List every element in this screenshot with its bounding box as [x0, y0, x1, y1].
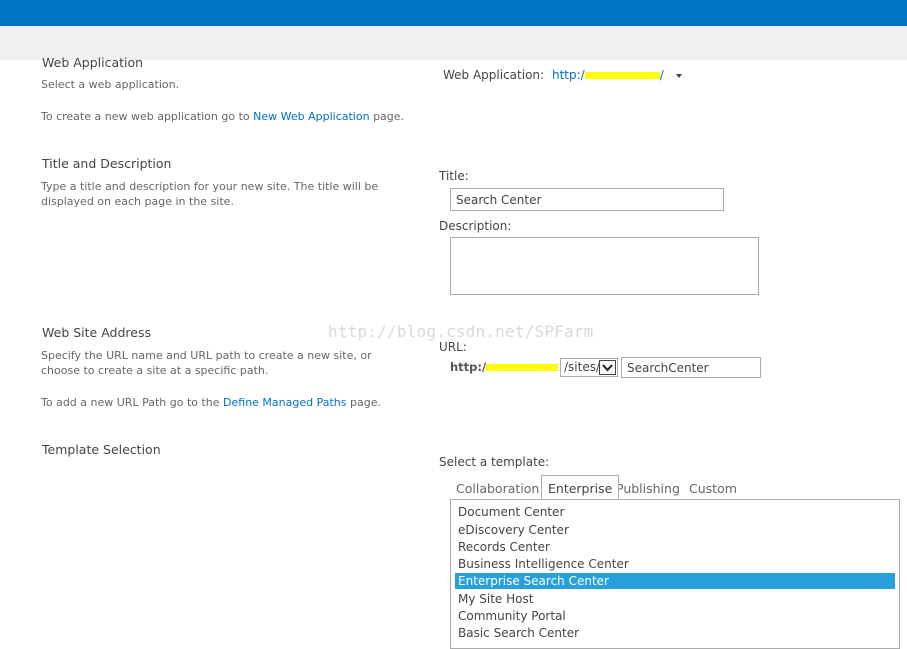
title-label: Title: [439, 169, 469, 183]
new-web-application-link[interactable]: New Web Application [253, 110, 369, 123]
url-name-input[interactable] [621, 357, 761, 378]
redaction-mark [486, 364, 559, 371]
create-suffix: page. [369, 110, 405, 123]
add-suffix: page. [346, 396, 381, 409]
template-list[interactable]: Document Center eDiscovery Center Record… [450, 499, 900, 649]
template-item-records-center[interactable]: Records Center [455, 539, 895, 555]
new-web-application-line: To create a new web application go to Ne… [41, 109, 404, 124]
dropdown-arrow-icon [675, 73, 682, 78]
web-application-heading: Web Application [42, 55, 144, 70]
web-site-address-heading: Web Site Address [42, 325, 151, 340]
template-item-ediscovery-center[interactable]: eDiscovery Center [455, 522, 895, 538]
add-prefix: To add a new URL Path go to the [41, 396, 224, 409]
url-prefix: http:/ [450, 360, 559, 374]
web-application-selector[interactable]: http:/ / [552, 68, 682, 82]
url-prefix-text: http:/ [450, 360, 487, 374]
tab-collaboration[interactable]: Collaboration [450, 475, 545, 499]
description-label: Description: [439, 219, 512, 233]
title-description-heading: Title and Description [42, 156, 172, 171]
define-managed-paths-line: To add a new URL Path go to the Define M… [41, 395, 381, 410]
web-application-label: Web Application: [443, 68, 545, 82]
template-item-document-center[interactable]: Document Center [455, 504, 895, 520]
suite-bar [0, 0, 907, 26]
web-application-value-suffix: / [659, 68, 664, 82]
template-selection-heading: Template Selection [42, 442, 161, 457]
tab-publishing[interactable]: Publishing [610, 475, 686, 499]
web-application-desc: Select a web application. [41, 78, 180, 91]
define-managed-paths-link[interactable]: Define Managed Paths [223, 396, 346, 409]
managed-path-select[interactable]: /sites/ [560, 358, 618, 377]
web-site-address-desc: Specify the URL name and URL path to cre… [41, 349, 372, 377]
url-label: URL: [439, 340, 467, 354]
template-item-business-intelligence-center[interactable]: Business Intelligence Center [455, 556, 895, 572]
description-textarea[interactable] [450, 237, 759, 295]
template-item-basic-search-center[interactable]: Basic Search Center [455, 625, 895, 641]
watermark: http://blog.csdn.net/SPFarm [328, 322, 594, 341]
managed-path-value: /sites/ [564, 360, 601, 374]
title-input[interactable] [450, 188, 724, 211]
title-description-desc: Type a title and description for your ne… [41, 180, 379, 208]
tab-enterprise[interactable]: Enterprise [541, 475, 620, 499]
template-item-community-portal[interactable]: Community Portal [455, 608, 895, 624]
web-application-value-prefix: http:/ [552, 68, 585, 82]
tab-custom[interactable]: Custom [683, 475, 743, 499]
template-item-my-site-host[interactable]: My Site Host [455, 591, 895, 607]
redaction-mark [584, 72, 660, 79]
template-item-enterprise-search-center[interactable]: Enterprise Search Center [455, 573, 895, 589]
create-prefix: To create a new web application go to [41, 110, 254, 123]
chevron-down-icon [599, 360, 616, 375]
select-template-label: Select a template: [439, 455, 550, 469]
